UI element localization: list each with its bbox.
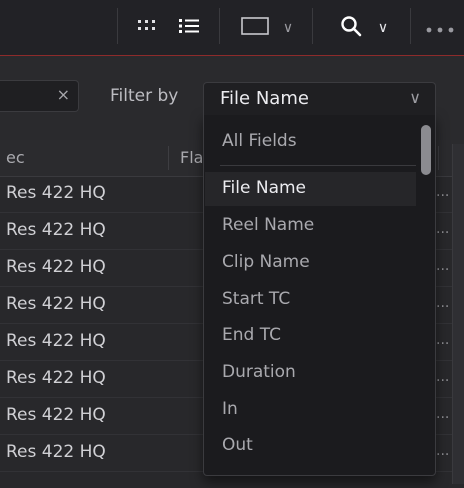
codec-cell: Res 422 HQ xyxy=(6,257,106,277)
menu-item-end-tc[interactable]: End TC xyxy=(205,319,416,353)
menu-item-start-tc[interactable]: Start TC xyxy=(205,283,416,317)
search-input[interactable]: × xyxy=(0,80,79,112)
menu-item-label: File Name xyxy=(222,178,307,198)
more-cell: ... xyxy=(436,406,450,422)
menu-item-label: Reel Name xyxy=(222,215,315,235)
menu-item-in[interactable]: In xyxy=(205,393,416,427)
more-options-button[interactable] xyxy=(418,0,462,55)
table-scrollbar[interactable] xyxy=(452,144,464,484)
codec-cell: Res 422 HQ xyxy=(6,220,106,240)
menu-item-reel-name[interactable]: Reel Name xyxy=(205,209,416,243)
more-cell: ... xyxy=(436,443,450,459)
column-header-codec[interactable]: ec xyxy=(6,148,25,167)
menu-item-file-name[interactable]: File Name xyxy=(205,172,416,206)
clear-icon[interactable]: × xyxy=(57,87,70,103)
column-header-flags[interactable]: Fla xyxy=(180,148,203,167)
menu-item-label: End TC xyxy=(222,325,281,345)
chevron-down-icon: ∨ xyxy=(377,19,389,36)
more-cell: ... xyxy=(436,221,450,237)
toolbar: ∨ ∨ xyxy=(0,0,464,57)
toolbar-separator xyxy=(117,8,118,44)
list-view-button[interactable] xyxy=(172,0,206,55)
frame-size-icon xyxy=(241,16,269,39)
menu-separator xyxy=(220,165,416,166)
menu-scrollbar-thumb[interactable] xyxy=(421,125,431,175)
menu-item-out[interactable]: Out xyxy=(205,429,416,463)
menu-item-label: Out xyxy=(222,435,253,455)
more-cell: ... xyxy=(436,369,450,385)
more-cell: ... xyxy=(436,332,450,348)
grid-view-button[interactable] xyxy=(130,0,164,55)
menu-item-label: Start TC xyxy=(222,289,291,309)
frame-size-button[interactable]: ∨ xyxy=(232,0,302,55)
codec-cell: Res 422 HQ xyxy=(6,368,106,388)
menu-item-label: Clip Name xyxy=(222,252,310,272)
toolbar-separator xyxy=(410,8,411,44)
codec-cell: Res 422 HQ xyxy=(6,294,106,314)
menu-item-duration[interactable]: Duration xyxy=(205,356,416,390)
search-icon xyxy=(340,15,362,41)
menu-item-label: All Fields xyxy=(222,131,297,151)
more-cell: ... xyxy=(436,295,450,311)
filter-field-menu: All Fields File Name Reel Name Clip Name… xyxy=(203,114,436,476)
chevron-down-icon: ∨ xyxy=(409,88,421,107)
menu-item-label: In xyxy=(222,399,238,419)
more-cell: ... xyxy=(436,184,450,200)
search-button[interactable]: ∨ xyxy=(326,0,402,55)
more-options-icon xyxy=(426,18,454,37)
codec-cell: Res 422 HQ xyxy=(6,331,106,351)
column-divider[interactable] xyxy=(438,146,439,170)
menu-item-clip-name[interactable]: Clip Name xyxy=(205,246,416,280)
toolbar-separator xyxy=(312,8,313,44)
menu-item-label: Duration xyxy=(222,362,296,382)
filter-field-dropdown[interactable]: File Name ∨ xyxy=(203,82,436,115)
chevron-down-icon: ∨ xyxy=(282,19,294,36)
menu-item-all-fields[interactable]: All Fields xyxy=(205,125,416,159)
dropdown-selected-value: File Name xyxy=(220,88,309,109)
list-view-icon xyxy=(178,18,200,38)
codec-cell: Res 422 HQ xyxy=(6,183,106,203)
more-cell: ... xyxy=(436,258,450,274)
grid-view-icon xyxy=(137,18,157,37)
filter-by-label: Filter by xyxy=(110,86,179,106)
column-divider[interactable] xyxy=(168,146,169,170)
codec-cell: Res 422 HQ xyxy=(6,442,106,462)
codec-cell: Res 422 HQ xyxy=(6,405,106,425)
toolbar-separator xyxy=(219,8,220,44)
